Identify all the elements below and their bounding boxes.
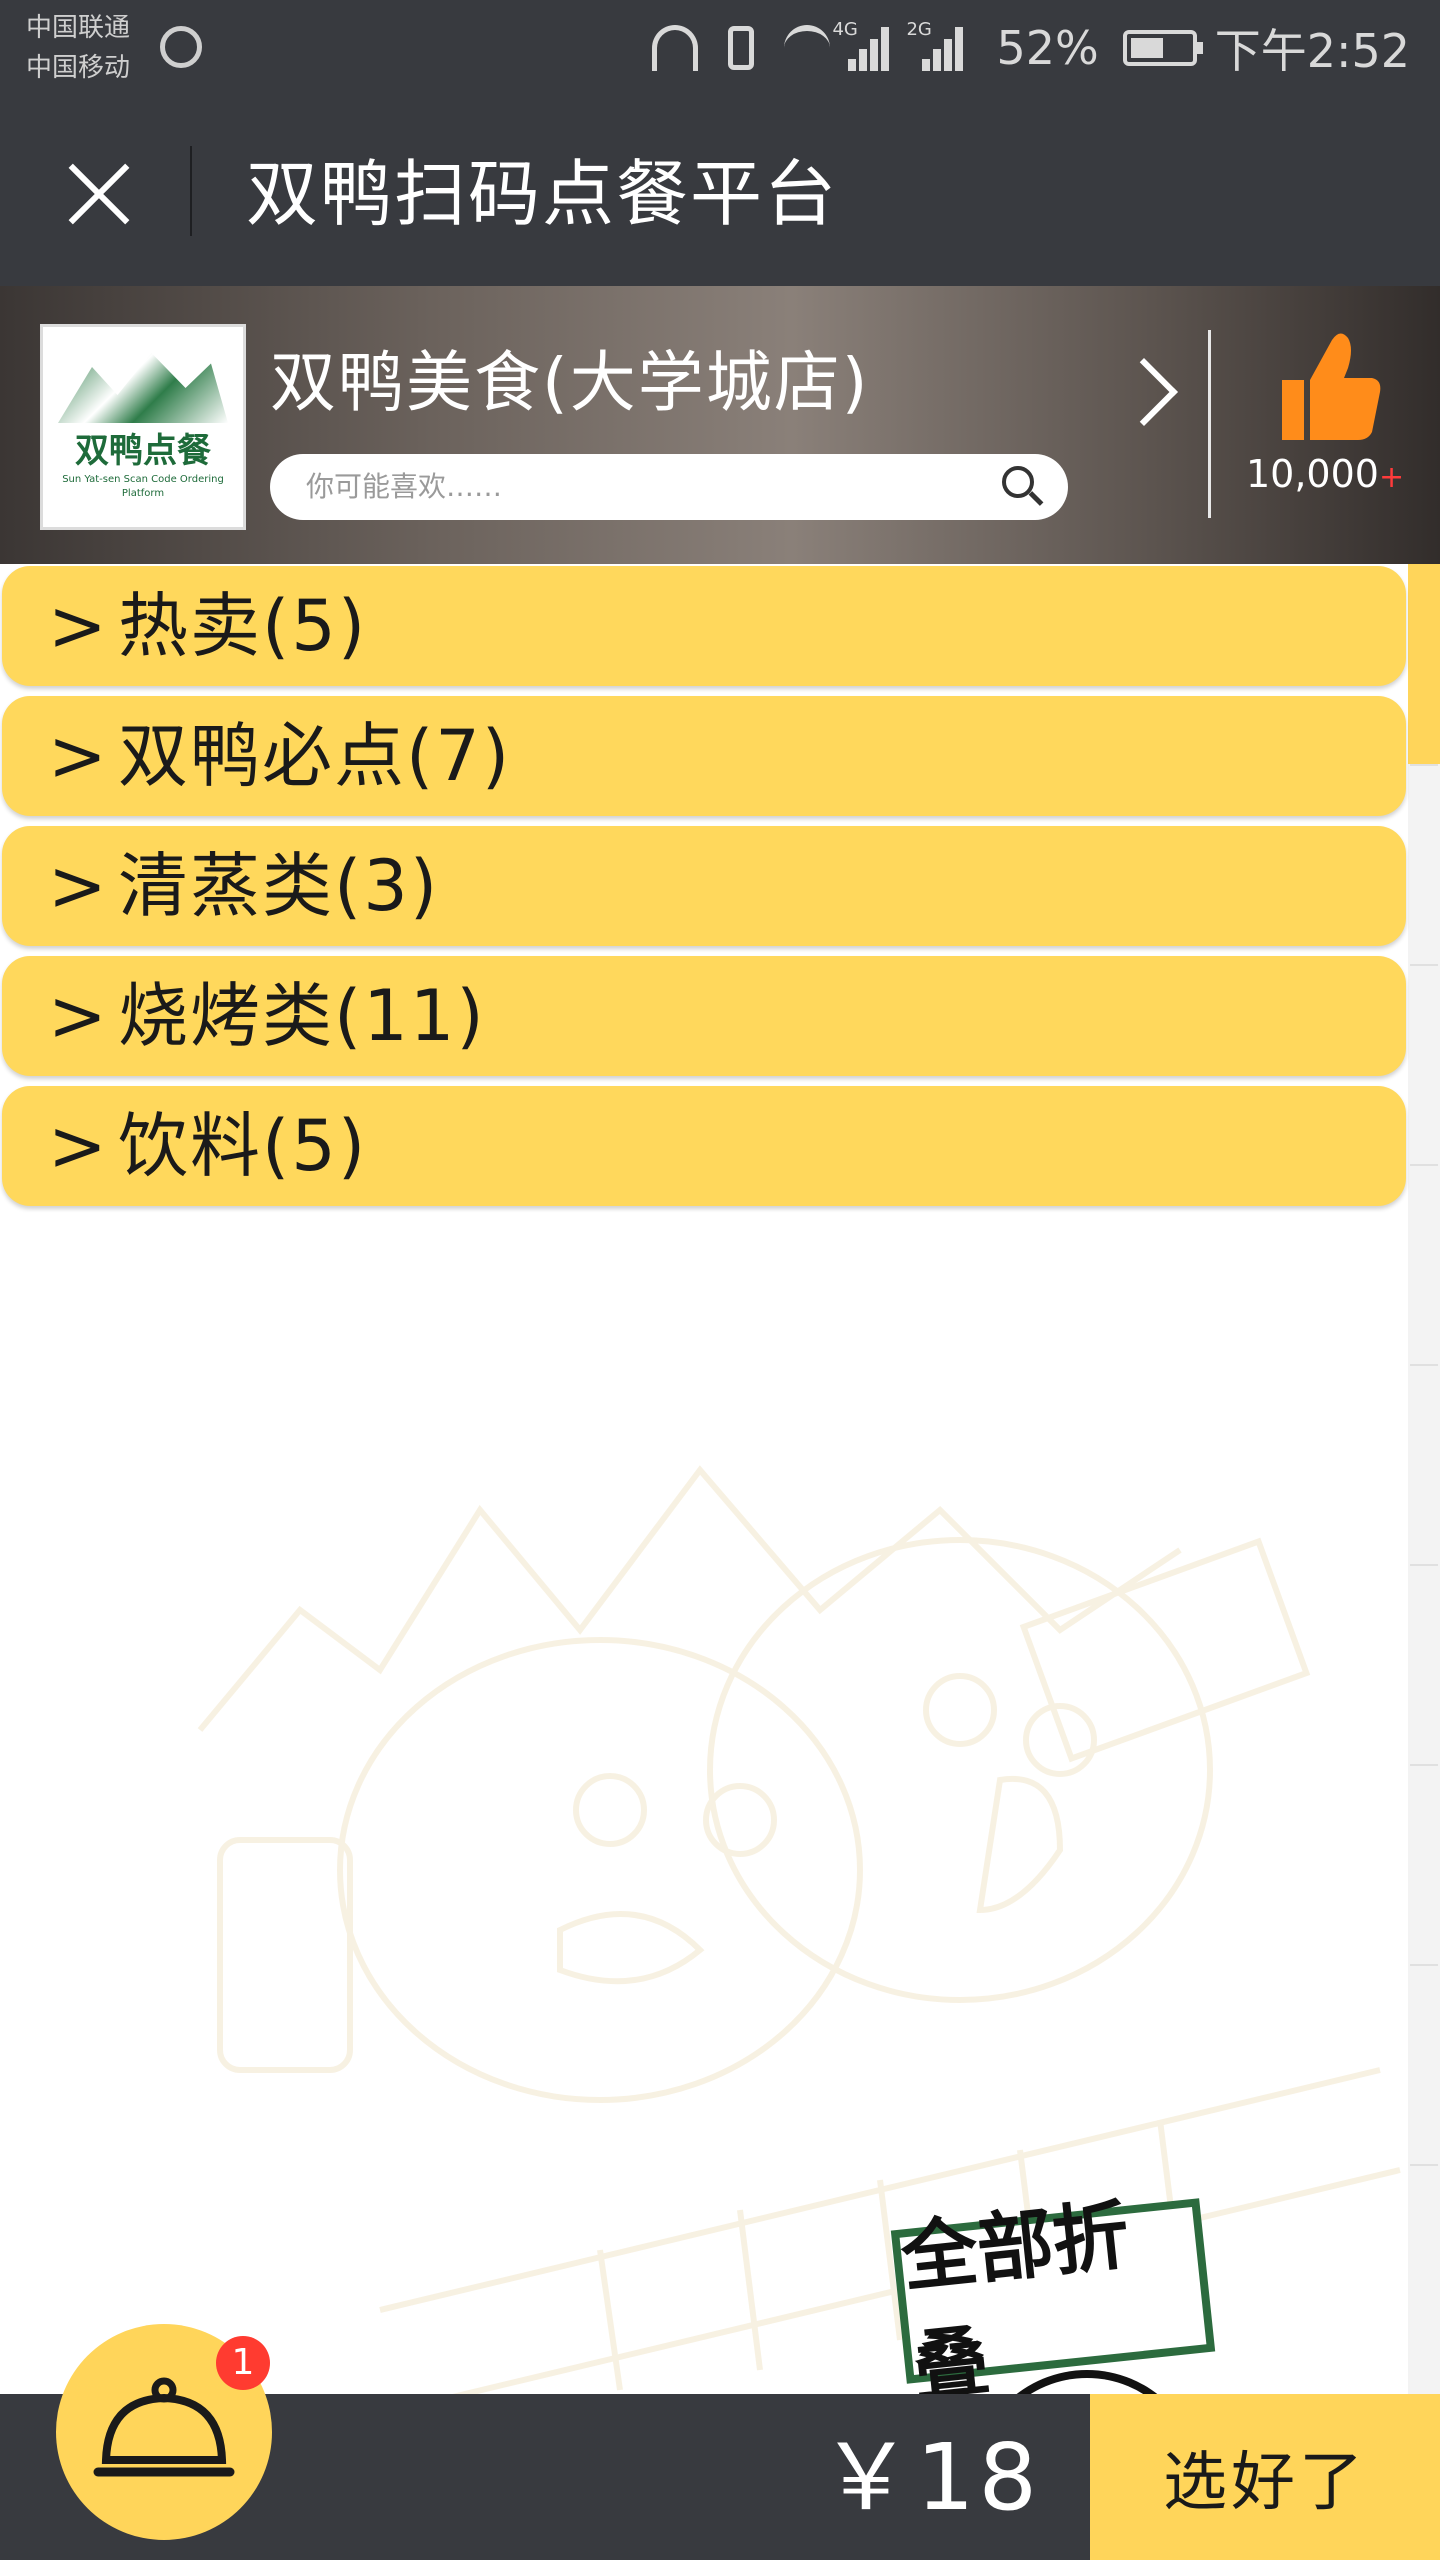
rail-active-segment — [1408, 564, 1440, 764]
carrier-info: 中国联通 中国移动 — [26, 8, 130, 88]
headphones-icon — [652, 25, 699, 71]
collapse-all-button[interactable]: 全部折叠 — [890, 2190, 1216, 2412]
category-item-hot[interactable]: > 热卖(5) — [2, 566, 1406, 686]
chevron-right-icon: > — [48, 975, 107, 1057]
like-button[interactable]: 10,000+ — [1246, 328, 1404, 548]
chevron-right-icon: > — [48, 715, 107, 797]
status-bar: 中国联通 中国移动 4G 2G 52% 下午2:52 — [0, 0, 1440, 100]
clock: 下午2:52 — [1214, 24, 1410, 78]
mascot-watermark-illustration — [197, 1465, 1401, 2403]
like-count: 10,000+ — [1246, 446, 1426, 506]
thumbs-up-icon — [1282, 333, 1381, 440]
signal-2g-label: 2G — [906, 19, 932, 40]
search-icon[interactable] — [1002, 466, 1044, 506]
shop-header: 双鸭点餐 Sun Yat-sen Scan Code Ordering Plat… — [0, 286, 1440, 564]
carrier-logo-icon — [160, 26, 202, 68]
confirm-order-button[interactable]: 选好了 — [1090, 2394, 1440, 2560]
chevron-right-icon: > — [48, 845, 107, 927]
title-bar: 双鸭扫码点餐平台 — [0, 100, 1440, 286]
logo-subtext: Sun Yat-sen Scan Code Ordering Platform — [62, 474, 224, 499]
battery-percent: 52% — [996, 21, 1099, 75]
signal-4g-label: 4G — [832, 19, 858, 40]
logo-text: 双鸭点餐 — [75, 431, 211, 471]
carrier-2: 中国移动 — [26, 53, 131, 83]
category-item-grilled[interactable]: > 烧烤类(11) — [2, 956, 1406, 1076]
wifi-icon — [784, 25, 831, 71]
category-label: 热卖(5) — [118, 585, 368, 667]
signal-2g-icon: 2G — [906, 19, 978, 71]
category-item-must-order[interactable]: > 双鸭必点(7) — [2, 696, 1406, 816]
search-input[interactable]: 你可能喜欢…… — [270, 454, 1068, 520]
rail-segment — [1410, 764, 1438, 960]
category-list: > 热卖(5) > 双鸭必点(7) > 清蒸类(3) > 烧烤类(11) > 饮… — [0, 566, 1406, 1216]
chevron-right-icon: > — [48, 585, 107, 667]
chevron-right-icon: > — [48, 1105, 107, 1187]
category-item-drinks[interactable]: > 饮料(5) — [2, 1086, 1406, 1206]
category-label: 清蒸类(3) — [118, 845, 440, 927]
chevron-right-icon[interactable] — [1110, 358, 1178, 426]
total-price: ￥18 — [820, 2424, 1042, 2531]
vibrate-icon — [728, 26, 755, 70]
title-divider — [190, 146, 192, 236]
category-label: 双鸭必点(7) — [118, 715, 512, 797]
logo-mountain-graphic — [58, 353, 228, 423]
page-title: 双鸭扫码点餐平台 — [246, 152, 839, 236]
cloche-icon — [93, 2377, 235, 2477]
category-label: 饮料(5) — [118, 1105, 368, 1187]
category-label: 烧烤类(11) — [118, 975, 486, 1057]
header-divider — [1208, 330, 1211, 518]
rail-segment — [1410, 964, 1438, 1160]
like-count-plus: + — [1378, 460, 1405, 495]
like-count-value: 10,000 — [1246, 452, 1379, 496]
status-icons: 4G 2G 52% 下午2:52 — [652, 18, 1410, 78]
shop-name[interactable]: 双鸭美食(大学城店) — [270, 338, 870, 428]
search-placeholder: 你可能喜欢…… — [306, 470, 503, 503]
cart-count-badge: 1 — [216, 2336, 270, 2390]
close-icon[interactable] — [62, 158, 134, 230]
category-item-steamed[interactable]: > 清蒸类(3) — [2, 826, 1406, 946]
shop-logo[interactable]: 双鸭点餐 Sun Yat-sen Scan Code Ordering Plat… — [40, 324, 246, 530]
battery-icon — [1122, 30, 1203, 66]
signal-4g-icon: 4G — [832, 19, 904, 71]
carrier-1: 中国联通 — [26, 13, 131, 43]
